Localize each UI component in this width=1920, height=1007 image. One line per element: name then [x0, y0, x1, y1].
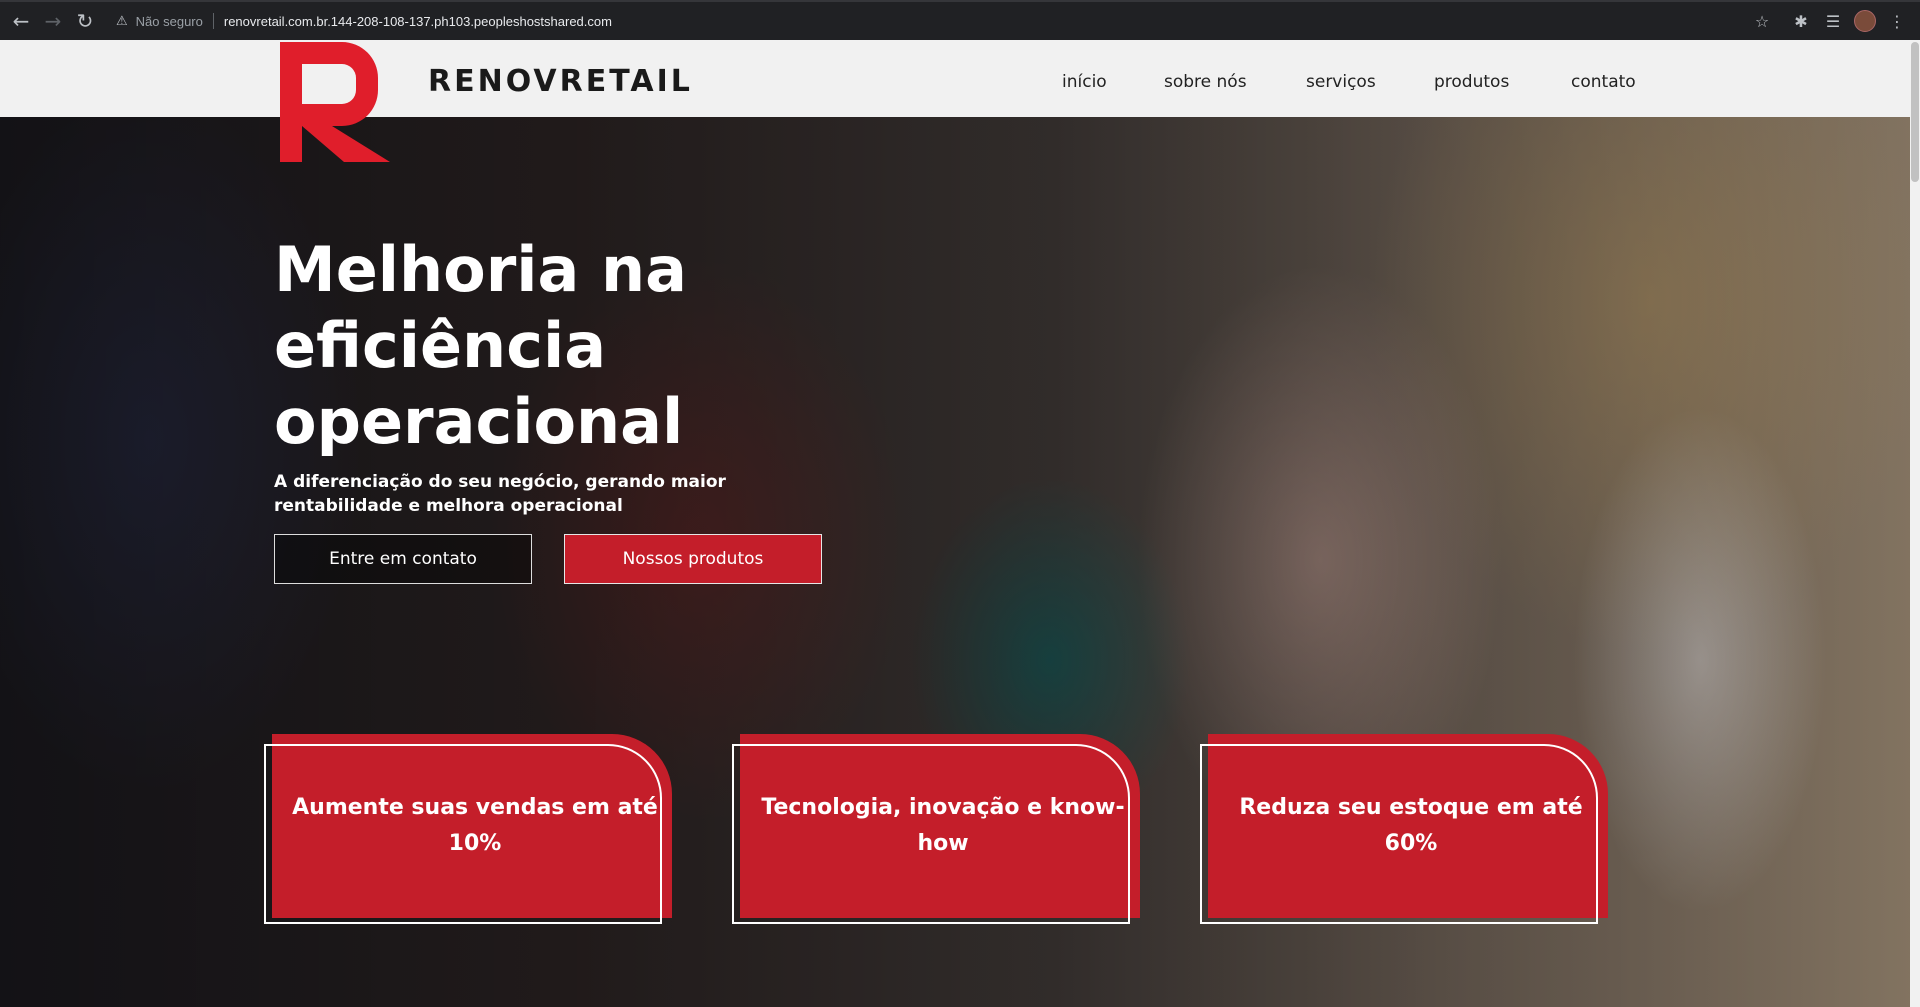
- nav-sobre-nos[interactable]: sobre nós: [1164, 72, 1247, 92]
- feature-card-technology: Tecnologia, inovação e know-how: [732, 734, 1140, 924]
- menu-kebab-icon[interactable]: ⋮: [1882, 2, 1912, 40]
- address-divider: [212, 13, 214, 29]
- security-status[interactable]: Não seguro: [136, 14, 203, 29]
- card-text: Aumente suas vendas em até 10%: [292, 795, 658, 856]
- back-icon[interactable]: ←: [6, 2, 36, 40]
- brand-name[interactable]: RENOVRETAIL: [428, 64, 693, 99]
- address-bar[interactable]: ⚠ Não seguro renovretail.com.br.144-208-…: [108, 7, 1778, 35]
- avatar: [1854, 10, 1876, 32]
- browser-toolbar: ← → ↻ ⚠ Não seguro renovretail.com.br.14…: [0, 0, 1920, 40]
- hero-headline: Melhoria na eficiência operacional: [274, 233, 687, 458]
- profile-avatar[interactable]: [1850, 2, 1880, 40]
- hero-subtitle: A diferenciação do seu negócio, gerando …: [274, 472, 726, 516]
- warning-icon[interactable]: ⚠: [116, 14, 128, 29]
- bookmark-star-icon[interactable]: ☆: [1747, 2, 1777, 40]
- reading-list-icon[interactable]: ☰: [1818, 2, 1848, 40]
- url-text[interactable]: renovretail.com.br.144-208-108-137.ph103…: [224, 14, 612, 29]
- logo-r-icon[interactable]: [280, 42, 400, 162]
- reload-icon[interactable]: ↻: [70, 2, 100, 40]
- card-text: Reduza seu estoque em até 60%: [1239, 795, 1583, 856]
- feature-card-sales: Aumente suas vendas em até 10%: [264, 734, 672, 924]
- products-button[interactable]: Nossos produtos: [564, 534, 822, 584]
- nav-produtos[interactable]: produtos: [1434, 72, 1509, 92]
- forward-icon[interactable]: →: [38, 2, 68, 40]
- feature-card-stock: Reduza seu estoque em até 60%: [1200, 734, 1608, 924]
- nav-contato[interactable]: contato: [1571, 72, 1636, 92]
- scrollbar-thumb[interactable]: [1911, 42, 1919, 182]
- contact-button[interactable]: Entre em contato: [274, 534, 532, 584]
- card-text: Tecnologia, inovação e know-how: [761, 795, 1125, 856]
- extensions-icon[interactable]: ✱: [1786, 2, 1816, 40]
- page-scrollbar[interactable]: [1910, 40, 1920, 1007]
- nav-inicio[interactable]: início: [1062, 72, 1107, 92]
- nav-servicos[interactable]: serviços: [1306, 72, 1376, 92]
